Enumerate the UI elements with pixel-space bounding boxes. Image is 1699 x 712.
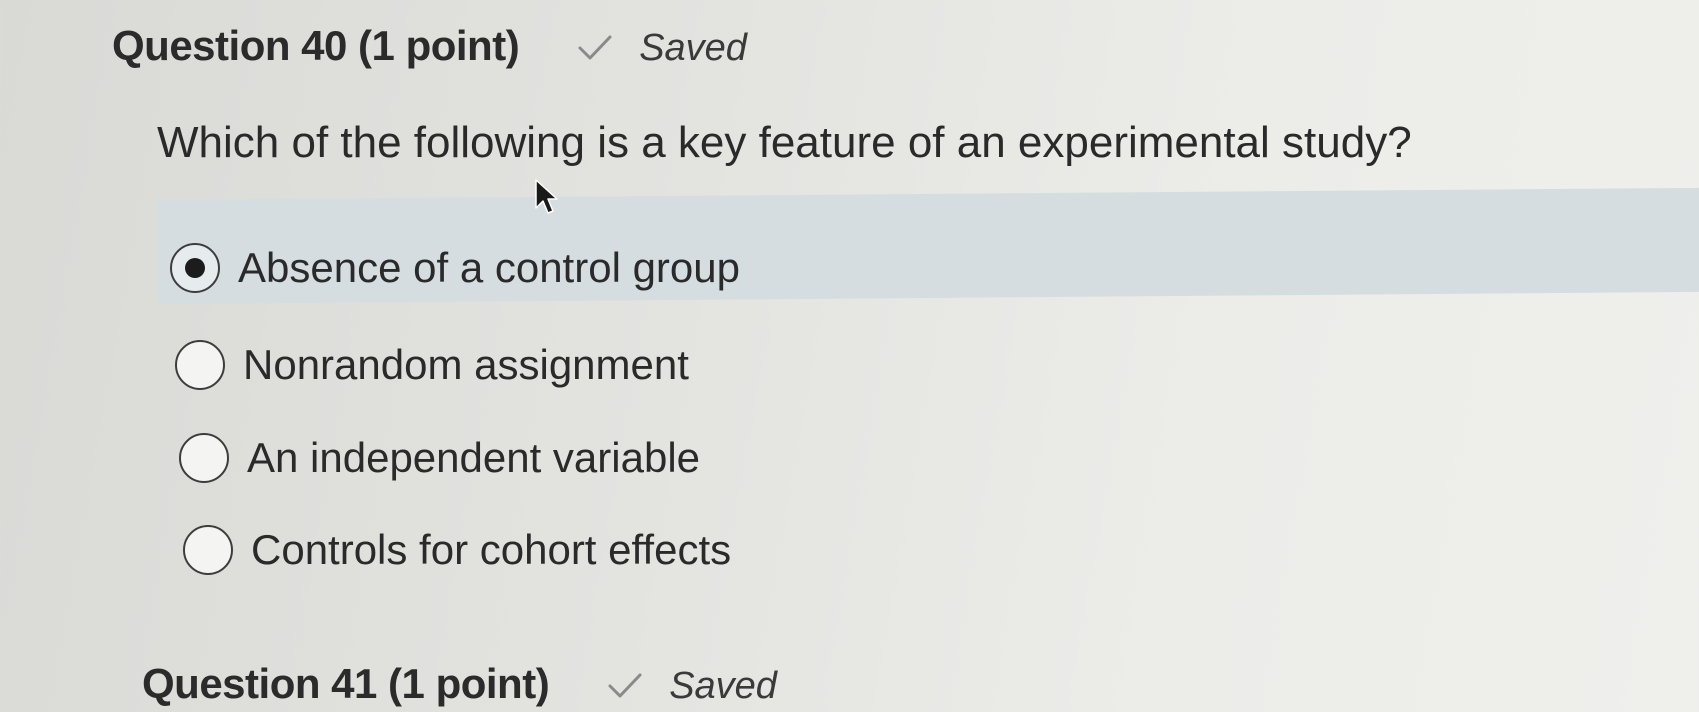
checkmark-icon (578, 35, 612, 60)
option-controls-for-cohort-effects[interactable]: Controls for cohort effects (183, 525, 731, 575)
option-label: An independent variable (247, 434, 701, 481)
saved-label: Saved (639, 27, 747, 69)
radio-dot (185, 258, 205, 278)
question-title: Question 41 (1 point) (142, 660, 550, 707)
radio-button[interactable] (179, 433, 229, 483)
radio-button[interactable] (183, 525, 233, 575)
option-label: Absence of a control group (238, 244, 740, 291)
option-absence-of-control-group[interactable]: Absence of a control group (170, 243, 740, 293)
mouse-cursor-icon (535, 179, 558, 214)
saved-status: Saved (577, 27, 747, 70)
question-40-header: Question 40 (1 point) Saved (112, 22, 747, 70)
option-label: Controls for cohort effects (251, 526, 732, 573)
question-prompt: Which of the following is a key feature … (157, 118, 1412, 167)
question-title: Question 40 (1 point) (112, 22, 520, 69)
saved-status: Saved (607, 665, 777, 708)
question-41-header: Question 41 (1 point) Saved (142, 660, 777, 708)
option-independent-variable[interactable]: An independent variable (179, 433, 700, 483)
option-label: Nonrandom assignment (243, 341, 689, 388)
option-nonrandom-assignment[interactable]: Nonrandom assignment (175, 340, 689, 390)
saved-label: Saved (669, 665, 777, 707)
checkmark-icon (608, 673, 642, 698)
radio-button-selected[interactable] (170, 243, 220, 293)
radio-button[interactable] (175, 340, 225, 390)
